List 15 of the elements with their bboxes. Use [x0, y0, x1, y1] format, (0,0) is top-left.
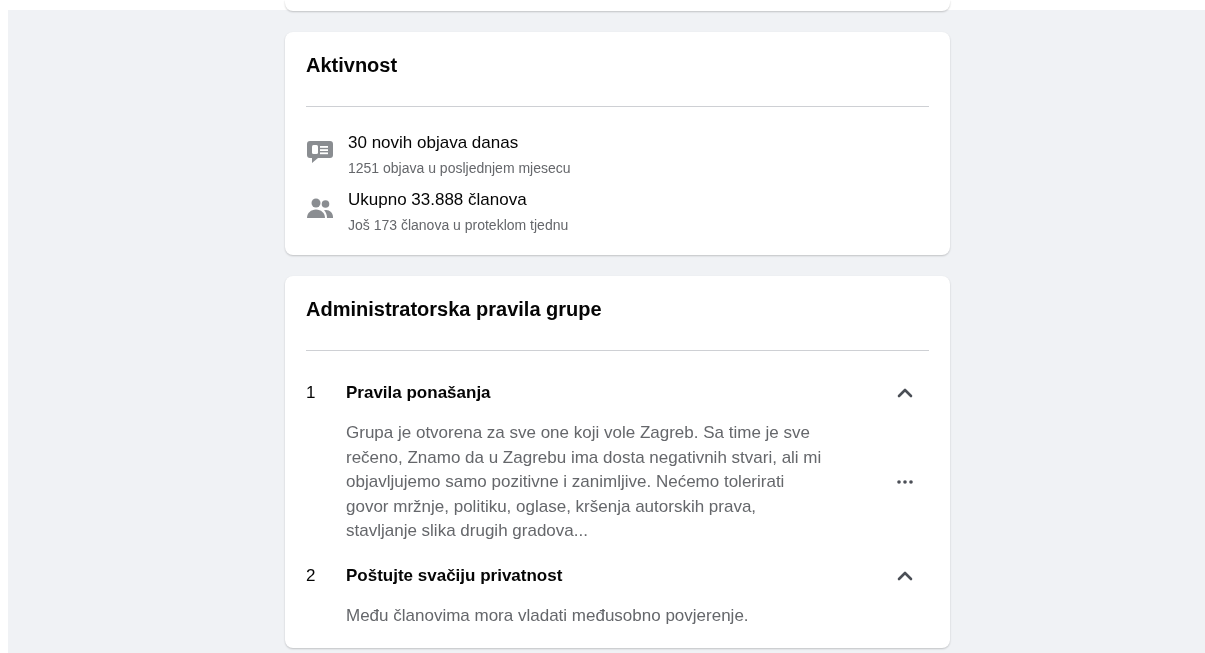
rule-title: Poštujte svačiju privatnost: [346, 565, 564, 586]
rule-number: 1: [306, 383, 317, 403]
activity-headline: 30 novih objava danas: [348, 132, 520, 154]
activity-headline: Ukupno 33.888 članova: [348, 189, 528, 211]
rule-number: 2: [306, 565, 317, 586]
activity-detail: Još 173 članova u proteklom tjednu: [348, 216, 569, 235]
card-title: Aktivnost: [306, 53, 399, 78]
activity-detail: 1251 objava u posljednjem mjesecu: [348, 159, 571, 178]
caret-icon: [897, 388, 913, 398]
rule-title: Pravila ponašanja: [346, 383, 492, 403]
rule-description: Grupa je otvorena za sve one koji vole Zagreb. Sa time je sve rečeno, Znamo da u Zagrebu ima dosta negativnih stvari, ali mi objavljujemo samo pozitivne i zanimljive. Nećemo tolerirati govor mržnje, politiku, oglase, kršenja autorskih prava, stavljanje slika drugih gradova...: [346, 422, 823, 542]
caret-icon: [897, 570, 913, 581]
rule-description: Među članovima mora vladati međusobno povjerenje.: [346, 604, 750, 627]
more-icon: [897, 480, 913, 485]
card-title: Administratorska pravila grupe: [306, 297, 603, 322]
